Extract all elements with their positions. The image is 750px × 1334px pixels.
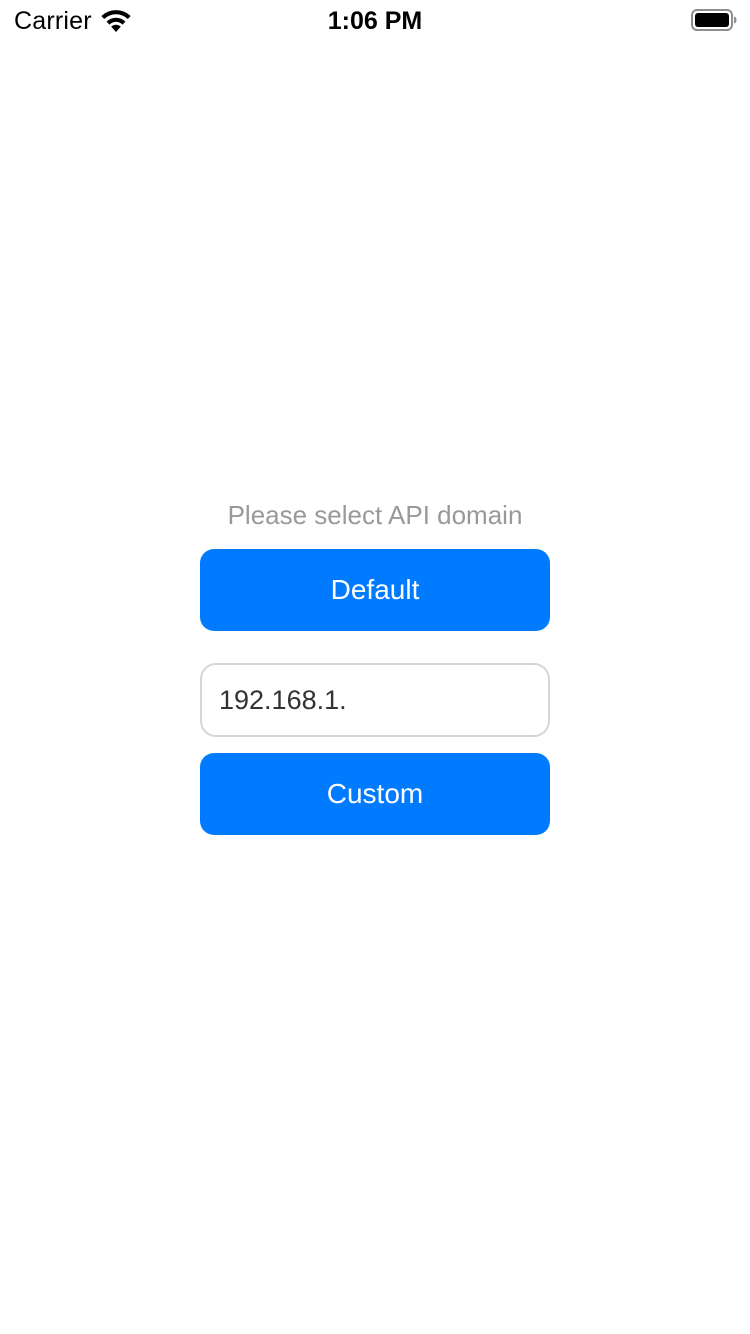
status-time: 1:06 PM (327, 7, 423, 35)
battery-icon (691, 9, 737, 31)
custom-button[interactable]: Custom (200, 753, 550, 835)
default-button[interactable]: Default (200, 549, 550, 631)
custom-domain-input[interactable] (200, 663, 550, 737)
status-bar: Carrier 1:06 PM (0, 0, 750, 40)
api-domain-prompt: Please select API domain (227, 500, 523, 530)
